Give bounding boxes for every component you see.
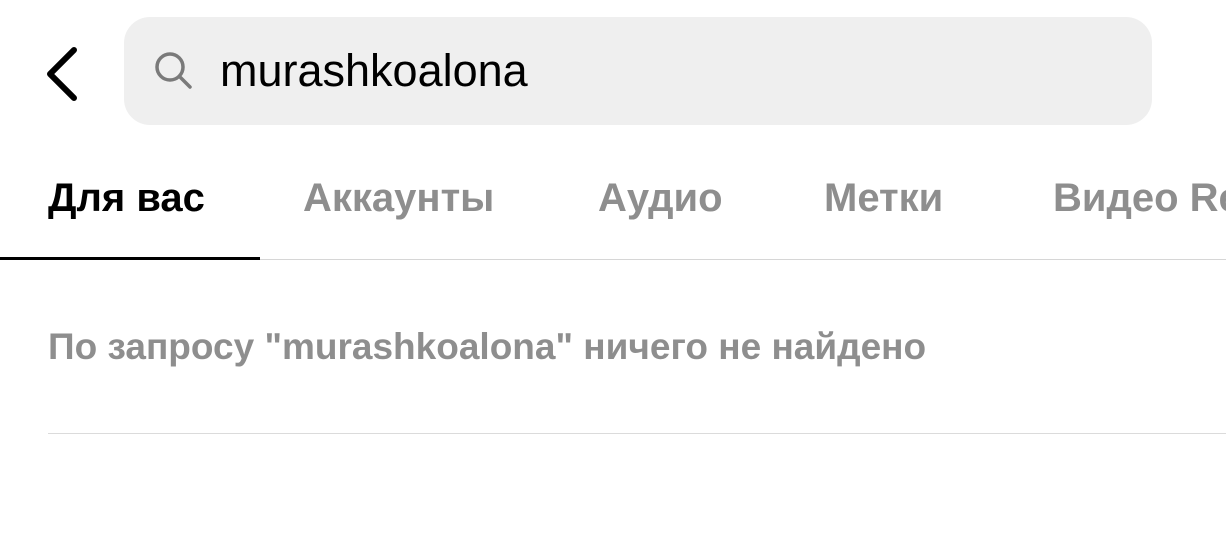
search-input[interactable] xyxy=(220,41,1120,101)
tab-audio[interactable]: Аудио xyxy=(598,174,723,222)
tab-video-reels[interactable]: Видео Re xyxy=(1053,174,1226,222)
search-icon xyxy=(155,52,192,89)
results-divider xyxy=(48,433,1226,434)
chevron-left-icon xyxy=(47,47,77,101)
active-tab-indicator xyxy=(0,257,260,260)
tab-tags[interactable]: Метки xyxy=(824,174,943,222)
tab-bar: Для вас Аккаунты Аудио Метки Видео Re xyxy=(0,140,1226,260)
empty-results-message: По запросу "murashkoalona" ничего не най… xyxy=(48,326,927,367)
tab-accounts[interactable]: Аккаунты xyxy=(303,174,494,222)
back-button[interactable] xyxy=(30,36,94,112)
search-bar[interactable] xyxy=(124,17,1152,125)
tab-for-you[interactable]: Для вас xyxy=(48,174,205,222)
